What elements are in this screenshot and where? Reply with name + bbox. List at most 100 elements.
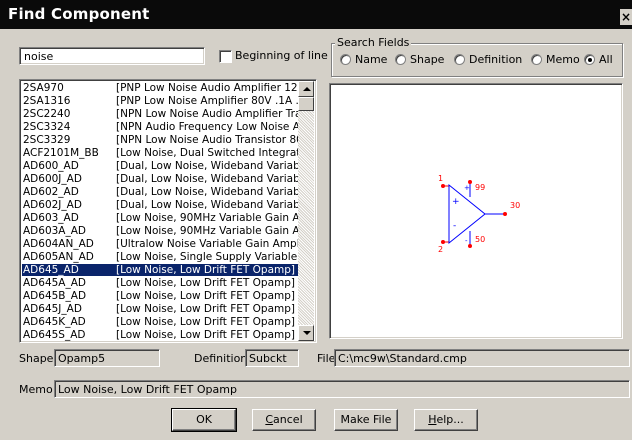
dialog-title: Find Component [8,5,150,23]
minus-input-sign: - [453,221,456,231]
pin99-label: 99 [475,183,485,192]
pin2-label: 2 [438,245,443,254]
radio-memo-label[interactable]: Memo [546,53,580,66]
component-name: AD645J_AD [23,303,82,315]
ok-button[interactable]: OK [171,408,237,432]
list-item[interactable]: AD602J_AD [Dual, Low Noise, Wideband Vari… [22,199,300,211]
component-description: [Low Noise, Low Drift FET Opamp] [116,264,295,276]
component-name: AD602J_AD [23,199,82,211]
radio-name-label[interactable]: Name [355,53,387,66]
plus-input-sign: + [452,197,460,207]
memo-field: Low Noise, Low Drift FET Opamp [54,380,630,398]
component-description: [NPN Audio Frequency Low Noise Amplif [116,121,300,133]
list-item[interactable]: AD645_AD [Low Noise, Low Drift FET Opamp] [22,264,300,276]
opamp-graphic: 1 2 30 99 50 + - + - [438,174,520,254]
component-name: AD645K_AD [23,316,86,328]
radio-all-label[interactable]: All [599,53,613,66]
scroll-down-button[interactable] [298,325,314,341]
list-item[interactable]: AD604AN_AD [Ultralow Noise Variable Gain … [22,238,300,250]
component-description: [Low Noise, 90MHz Variable Gain Amplifi [116,225,300,237]
beginning-of-line-label[interactable]: Beginning of line [235,49,328,62]
component-name: 2SC3329 [23,134,71,146]
pin50-label: 50 [475,235,485,244]
radio-memo[interactable] [531,54,542,65]
component-name: AD603_AD [23,212,79,224]
component-description: [Low Noise, Low Drift FET Opamp] [116,277,295,289]
symbol-preview: 1 2 30 99 50 + - + - [329,83,623,339]
radio-all[interactable] [584,54,595,65]
component-description: [Low Noise, Dual Switched Integrator] [116,147,300,159]
radio-shape-label[interactable]: Shape [410,53,444,66]
title-bar: Find Component × [0,0,632,29]
list-item[interactable]: AD645J_AD [Low Noise, Low Drift FET Opamp… [22,303,300,315]
list-item[interactable]: AD602_AD [Dual, Low Noise, Wideband Varia… [22,186,300,198]
opamp-symbol: 1 2 30 99 50 + - + - [438,174,520,254]
pin30-dot [503,212,507,216]
list-item[interactable]: AD645A_AD [Low Noise, Low Drift FET Opamp… [22,277,300,289]
search-fields-legend: Search Fields [335,36,412,49]
beginning-of-line-checkbox[interactable] [219,50,232,63]
cancel-button[interactable]: Cancel [252,409,316,431]
component-description: [Ultralow Noise Variable Gain Amplifier] [116,238,300,250]
arrow-up-icon [303,87,311,91]
component-name: AD645_AD [23,264,79,276]
list-item[interactable]: AD645S_AD [Low Noise, Low Drift FET Opamp… [22,329,300,341]
list-item[interactable]: 2SC3329 [NPN Low Noise Audio Transistor 8… [22,134,300,146]
component-name: 2SC3324 [23,121,71,133]
component-name: 2SA970 [23,82,64,94]
component-description: [NPN Low Noise Audio Amplifier Transist [116,108,300,120]
close-icon[interactable]: × [621,10,631,24]
list-item[interactable]: 2SC3324 [NPN Audio Frequency Low Noise Am… [22,121,300,133]
component-name: ACF2101M_BB [23,147,99,159]
component-name: AD645B_AD [23,290,87,302]
component-name: AD602_AD [23,186,79,198]
list-item[interactable]: AD603A_AD [Low Noise, 90MHz Variable Gain… [22,225,300,237]
component-description: [Dual, Low Noise, Wideband Variable Ga [116,173,300,185]
radio-name[interactable] [340,54,351,65]
arrow-down-icon [303,331,311,335]
list-item[interactable]: 2SA970 [PNP Low Noise Audio Amplifier 120… [22,82,300,94]
list-item[interactable]: AD605AN_AD [Low Noise, Single Supply Vari… [22,251,300,263]
file-field: C:\mc9w\Standard.cmp [334,349,630,367]
cancel-label: ancel [273,413,303,426]
component-description: [Dual, Low Noise, Wideband Variable Ga [116,199,300,211]
list-scrollbar[interactable] [298,81,314,341]
radio-definition[interactable] [454,54,465,65]
help-button[interactable]: Help... [414,409,478,431]
component-list[interactable]: 2SA970 [PNP Low Noise Audio Amplifier 120… [19,79,317,343]
memo-label: Memo [19,383,53,396]
list-item[interactable]: ACF2101M_BB [Low Noise, Dual Switched Int… [22,147,300,159]
component-description: [Low Noise, Low Drift FET Opamp] [116,329,295,341]
radio-definition-label[interactable]: Definition [469,53,522,66]
component-description: [PNP Low Noise Audio Amplifier 120V .1 [116,82,300,94]
component-name: AD645A_AD [23,277,87,289]
component-description: [PNP Low Noise Amplifier 80V .1A .4W] [116,95,300,107]
list-item[interactable]: 2SA1316 [PNP Low Noise Amplifier 80V .1A … [22,95,300,107]
component-description: [Low Noise, Single Supply Variable Gain [116,251,300,263]
close-button[interactable]: × [620,9,632,25]
list-item[interactable]: AD603_AD [Low Noise, 90MHz Variable Gain … [22,212,300,224]
component-name: AD600J_AD [23,173,82,185]
component-name: 2SA1316 [23,95,71,107]
scroll-up-button[interactable] [298,81,314,97]
pin1-dot [441,184,445,188]
scroll-thumb[interactable] [298,97,314,111]
component-name: AD605AN_AD [23,251,94,263]
component-name: 2SC2240 [23,108,71,120]
make-file-button[interactable]: Make File [334,409,398,431]
pin50-dot [468,244,472,248]
list-item[interactable]: AD600J_AD [Dual, Low Noise, Wideband Vari… [22,173,300,185]
search-input[interactable]: noise [19,47,205,65]
pin1-label: 1 [438,174,443,183]
list-item[interactable]: AD645B_AD [Low Noise, Low Drift FET Opamp… [22,290,300,302]
pin2-dot [441,240,445,244]
radio-shape[interactable] [395,54,406,65]
list-item[interactable]: AD645K_AD [Low Noise, Low Drift FET Opamp… [22,316,300,328]
find-component-dialog: Find Component × noise Beginning of line… [0,0,632,440]
component-description: [Dual, Low Noise, Wideband Variable Ga [116,160,300,172]
list-item[interactable]: AD600_AD [Dual, Low Noise, Wideband Varia… [22,160,300,172]
pin30-label: 30 [510,201,520,210]
list-item[interactable]: 2SC2240 [NPN Low Noise Audio Amplifier Tr… [22,108,300,120]
component-description: [Dual, Low Noise, Wideband Variable Ga [116,186,300,198]
component-description: [Low Noise, 90MHz Variable Gain Amplifi [116,212,300,224]
